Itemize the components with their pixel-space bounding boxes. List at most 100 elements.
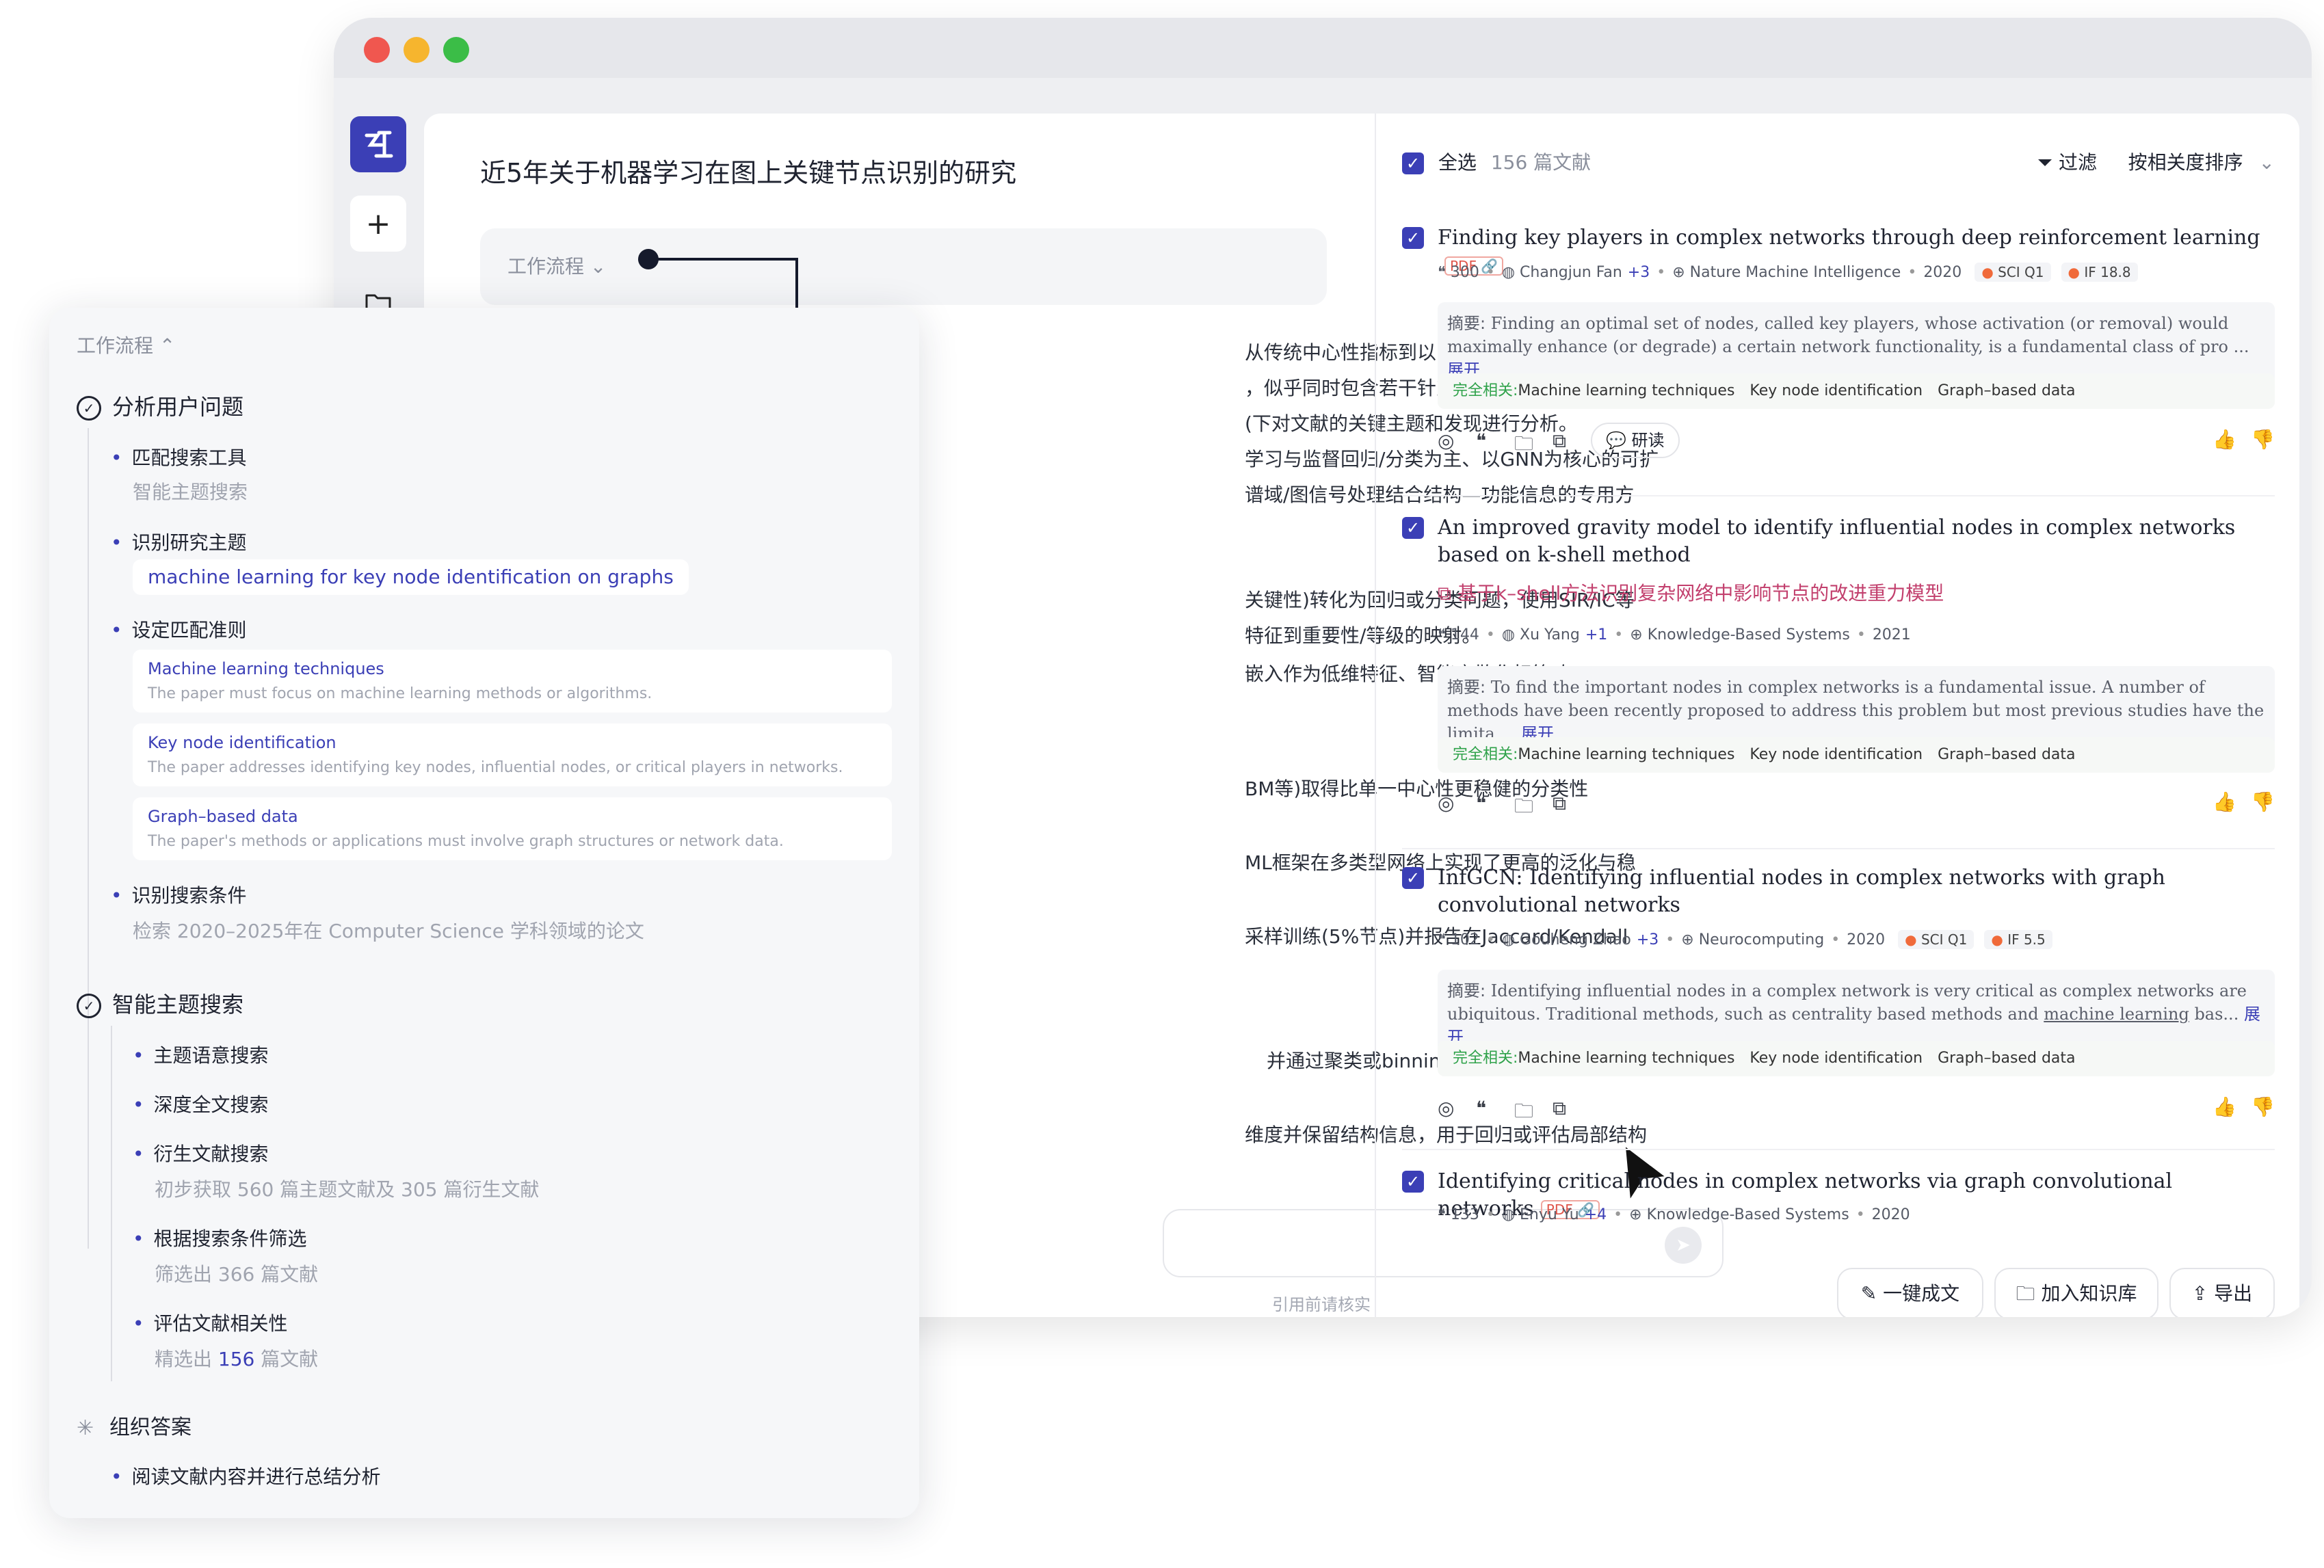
quote-icon[interactable]: ❝ (1476, 429, 1486, 452)
paper-title[interactable]: ✓ InfGCN: Identifying influential nodes … (1402, 864, 2275, 919)
paper-checkbox[interactable]: ✓ (1402, 517, 1424, 539)
quote-icon[interactable]: ❝ (1476, 792, 1486, 814)
citation-count: 144 (1450, 626, 1479, 643)
thumb-down-icon[interactable]: 👎 (2251, 1095, 2275, 1118)
workflow-toggle[interactable]: 工作流程 ⌄ (480, 228, 1327, 305)
thumb-up-icon[interactable]: 👍 (2213, 790, 2236, 813)
user-icon: ◍ (1501, 931, 1516, 948)
abstract-highlight[interactable]: machine learning (2044, 1005, 2189, 1024)
folder-add-icon: 🗀 (2016, 1282, 2035, 1305)
paper-card: ✓ Finding key players in complex network… (1402, 224, 2275, 498)
venue-name: Knowledge-Based Systems (1646, 1206, 1849, 1223)
workflow-substep: • 阅读文献内容并进行总结分析 (111, 1465, 381, 1488)
author-name[interactable]: Enyu Yu (1520, 1206, 1579, 1223)
workflow-step-title: ✓ 智能主题搜索 (77, 987, 243, 1019)
minimize-window-button[interactable] (404, 37, 430, 63)
folder-add-icon[interactable]: 🗀 (1514, 429, 1533, 462)
relevance-label: 完全相关: (1453, 382, 1518, 399)
generate-article-button[interactable]: ✎ 一键成文 (1837, 1268, 1983, 1317)
paper-title[interactable]: ✓ An improved gravity model to identify … (1402, 514, 2275, 569)
criterion-card: Key node identification The paper addres… (133, 723, 892, 786)
close-window-button[interactable] (364, 37, 390, 63)
paper-meta: ❝ 133 • ◍ Enyu Yu +4 • ⊕ Knowledge-Based Syst… (1438, 1206, 1910, 1223)
author-name[interactable]: Gouheng Zhao (1520, 931, 1631, 948)
quote-icon[interactable]: ❝ (1476, 1097, 1486, 1119)
abstract-text: Finding an optimal set of nodes, called … (1447, 314, 2249, 356)
citation-count: 133 (1450, 1206, 1479, 1223)
more-authors[interactable]: +4 (1585, 1206, 1607, 1223)
plus-icon: + (365, 206, 391, 241)
read-label: 研读 (1631, 431, 1665, 450)
sci-badge: ● SCI Q1 (1975, 263, 2051, 282)
divider (1402, 1149, 2275, 1150)
paper-checkbox[interactable]: ✓ (1402, 227, 1424, 249)
thumb-down-icon[interactable]: 👎 (2251, 790, 2275, 813)
translate-icon[interactable]: ⧉ (1553, 429, 1566, 453)
select-all-label: 全选 (1438, 151, 1477, 174)
criterion-card: Graph–based data The paper's methods or … (133, 797, 892, 860)
criterion-card: Machine learning techniques The paper mu… (133, 650, 892, 713)
quote-icon: ❝ (1438, 626, 1446, 643)
paper-checkbox[interactable]: ✓ (1402, 1171, 1424, 1193)
sort-dropdown[interactable]: 按相关度排序 ⌄ (2128, 148, 2275, 175)
edit-icon: ✎ (1860, 1282, 1877, 1305)
folder-add-icon[interactable]: 🗀 (1514, 1097, 1533, 1130)
author-name[interactable]: Changjun Fan (1520, 264, 1622, 281)
maximize-window-button[interactable] (443, 37, 469, 63)
venue-icon: ⊕ (1630, 626, 1643, 643)
author-name[interactable]: Xu Yang (1520, 626, 1580, 643)
venue-name: Nature Machine Intelligence (1689, 264, 1901, 281)
workflow-substep: • 识别搜索条件 (111, 884, 247, 907)
workflow-substep: • 根据搜索条件筛选 (133, 1227, 307, 1250)
folder-add-icon[interactable]: 🗀 (1514, 792, 1533, 825)
export-label: 导出 (2214, 1282, 2253, 1305)
add-to-library-button[interactable]: 🗀 加入知识库 (1994, 1268, 2158, 1317)
export-button[interactable]: ⇪ 导出 (2169, 1268, 2275, 1317)
paper-meta: ❝ 144 • ◍ Xu Yang +1 • ⊕ Knowledge-Based Syst… (1438, 626, 1911, 643)
workflow-collapse[interactable]: 工作流程 ⌃ (77, 331, 175, 358)
title-bar (334, 18, 2312, 78)
spinner-icon: ✳ (77, 1416, 94, 1440)
venue-name: Neurocomputing (1698, 931, 1825, 948)
more-authors[interactable]: +3 (1637, 931, 1659, 948)
compass-icon[interactable]: ◎ (1438, 429, 1454, 452)
disclaimer-text: 引用前请核实 (1272, 1295, 1371, 1314)
relevance-tag: Machine learning techniques (1518, 746, 1735, 763)
workflow-substep-detail: 筛选出 366 篇文献 (155, 1263, 319, 1286)
paper-title-text: InfGCN: Identifying influential nodes in… (1438, 866, 2166, 917)
compass-icon[interactable]: ◎ (1438, 1097, 1454, 1119)
workflow-label: 工作流程 ⌄ (507, 255, 607, 278)
pub-year: 2021 (1872, 626, 1911, 643)
filter-button[interactable]: ⏷ 过滤 (2037, 148, 2097, 175)
workflow-substep: • 评估文献相关性 (133, 1312, 288, 1335)
paper-checkbox[interactable]: ✓ (1402, 867, 1424, 889)
thumb-up-icon[interactable]: 👍 (2213, 1095, 2236, 1118)
new-chat-button[interactable]: + (350, 196, 406, 252)
more-authors[interactable]: +3 (1628, 264, 1650, 281)
workflow-substep-detail: 精选出 156 篇文献 (155, 1348, 319, 1370)
translate-icon: ⧉ (1438, 582, 1451, 604)
compass-icon[interactable]: ◎ (1438, 792, 1454, 814)
thumb-up-icon[interactable]: 👍 (2213, 428, 2236, 451)
export-icon: ⇪ (2191, 1282, 2208, 1305)
read-button[interactable]: 💬 研读 (1591, 423, 1680, 458)
select-all-checkbox[interactable]: ✓ 全选 156 篇文献 (1402, 148, 1591, 175)
chevron-up-icon: ⌃ (159, 334, 176, 357)
user-icon: ◍ (1501, 626, 1516, 643)
divider (1402, 495, 2275, 496)
check-icon: ✓ (1402, 152, 1424, 174)
translated-title-text: 基于k–shell方法识别复杂网络中影响节点的改进重力模型 (1457, 582, 1944, 604)
criterion-desc: The paper addresses identifying key node… (148, 759, 843, 776)
sidebar-logo-icon[interactable] (350, 116, 406, 172)
thumb-down-icon[interactable]: 👎 (2251, 428, 2275, 451)
more-authors[interactable]: +1 (1585, 626, 1607, 643)
check-circle-icon: ✓ (77, 396, 101, 421)
criterion-desc: The paper's methods or applications must… (148, 833, 784, 850)
translated-title[interactable]: ⧉ 基于k–shell方法识别复杂网络中影响节点的改进重力模型 (1438, 579, 1944, 606)
paper-card: ✓ An improved gravity model to identify … (1402, 514, 2275, 856)
relevance-tag: Graph–based data (1938, 746, 2076, 763)
bottom-action-bar: ✎ 一键成文 🗀 加入知识库 ⇪ 导出 (1837, 1268, 2275, 1317)
translate-icon[interactable]: ⧉ (1553, 1097, 1566, 1120)
translate-icon[interactable]: ⧉ (1553, 792, 1566, 815)
paper-title-text: Finding key players in complex networks … (1438, 226, 2260, 250)
